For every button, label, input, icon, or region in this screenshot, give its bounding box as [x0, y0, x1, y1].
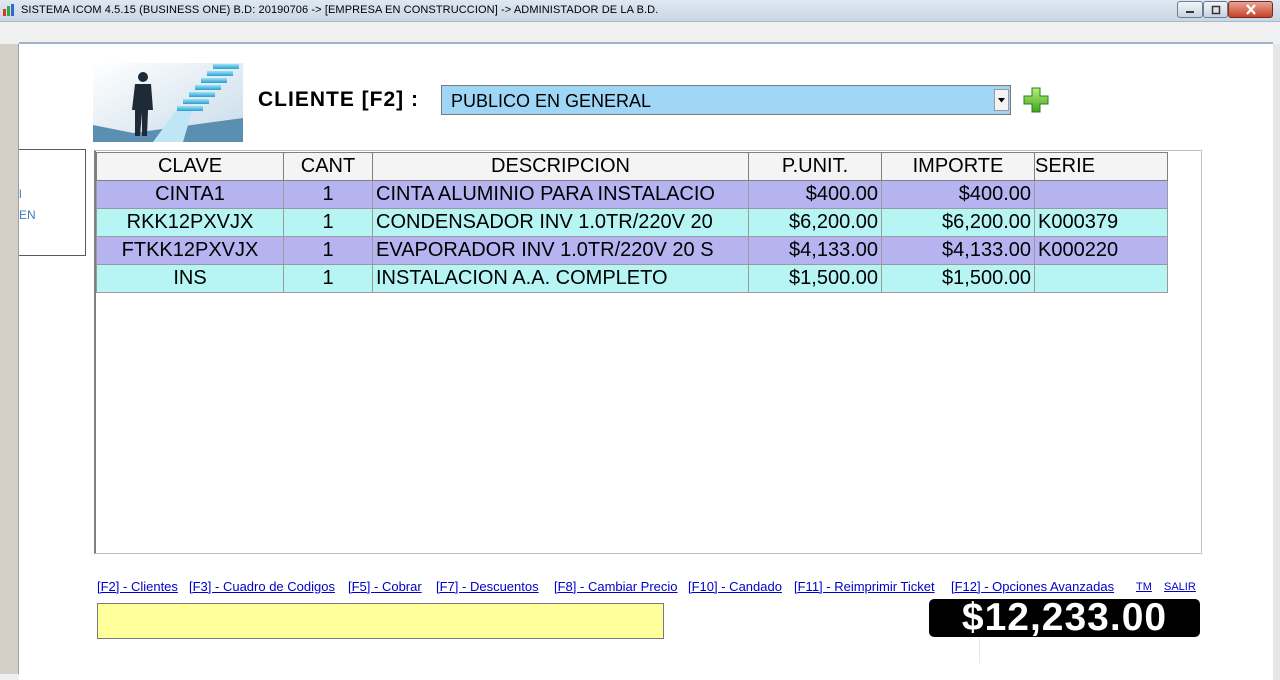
cell-descripcion[interactable]: CONDENSADOR INV 1.0TR/220V 20 [372, 208, 749, 237]
cell-punit[interactable]: $400.00 [748, 180, 882, 209]
app-icon [3, 4, 14, 16]
cell-serie[interactable] [1034, 180, 1168, 209]
client-label: CLIENTE [F2] : [258, 88, 419, 111]
grid-header-row: CLAVE CANT DESCRIPCION P.UNIT. IMPORTE S… [96, 152, 1168, 181]
side-panel-text: EN [19, 208, 36, 222]
right-edge [1273, 44, 1280, 680]
cell-clave[interactable]: FTKK12PXVJX [96, 236, 284, 265]
cell-serie[interactable]: K000220 [1034, 236, 1168, 265]
link-candado[interactable]: [F10] - Candado [688, 579, 782, 594]
table-row[interactable]: FTKK12PXVJX 1 EVAPORADOR INV 1.0TR/220V … [96, 236, 1168, 265]
cell-importe[interactable]: $6,200.00 [881, 208, 1035, 237]
cell-cant[interactable]: 1 [283, 208, 373, 237]
column-header-clave[interactable]: CLAVE [96, 152, 284, 181]
side-panel-text-top: l [19, 187, 22, 201]
column-header-serie[interactable]: SERIE [1034, 152, 1168, 181]
logo-image [93, 63, 243, 142]
column-header-descripcion[interactable]: DESCRIPCION [372, 152, 749, 181]
cell-importe[interactable]: $1,500.00 [881, 264, 1035, 293]
cell-clave[interactable]: RKK12PXVJX [96, 208, 284, 237]
column-header-cant[interactable]: CANT [283, 152, 373, 181]
cell-cant[interactable]: 1 [283, 236, 373, 265]
cell-descripcion[interactable]: CINTA ALUMINIO PARA INSTALACIO [372, 180, 749, 209]
cell-serie[interactable]: K000379 [1034, 208, 1168, 237]
link-descuentos[interactable]: [F7] - Descuentos [436, 579, 539, 594]
left-strip [0, 44, 19, 674]
cell-clave[interactable]: INS [96, 264, 284, 293]
link-opciones-avanzadas[interactable]: [F12] - Opciones Avanzadas [951, 579, 1114, 594]
table-row[interactable]: CINTA1 1 CINTA ALUMINIO PARA INSTALACIO … [96, 180, 1168, 209]
client-select[interactable]: PUBLICO EN GENERAL [441, 85, 1011, 115]
divider [979, 637, 980, 663]
dropdown-button[interactable] [994, 89, 1009, 111]
link-salir[interactable]: SALIR [1164, 581, 1196, 593]
side-panel: l EN [19, 149, 86, 256]
column-header-punit[interactable]: P.UNIT. [748, 152, 882, 181]
message-bar [97, 603, 664, 639]
cell-cant[interactable]: 1 [283, 180, 373, 209]
cell-punit[interactable]: $4,133.00 [748, 236, 882, 265]
window-title: SISTEMA ICOM 4.5.15 (BUSINESS ONE) B.D: … [21, 4, 659, 16]
maximize-icon [1211, 5, 1220, 14]
close-icon [1245, 4, 1256, 15]
cell-serie[interactable] [1034, 264, 1168, 293]
title-bar: SISTEMA ICOM 4.5.15 (BUSINESS ONE) B.D: … [0, 0, 1280, 22]
close-button[interactable] [1228, 1, 1273, 18]
items-grid: CLAVE CANT DESCRIPCION P.UNIT. IMPORTE S… [96, 152, 1168, 293]
link-cobrar[interactable]: [F5] - Cobrar [348, 579, 422, 594]
table-row[interactable]: INS 1 INSTALACION A.A. COMPLETO $1,500.0… [96, 264, 1168, 293]
maximize-button[interactable] [1203, 1, 1228, 18]
link-cambiar-precio[interactable]: [F8] - Cambiar Precio [554, 579, 678, 594]
cell-descripcion[interactable]: INSTALACION A.A. COMPLETO [372, 264, 749, 293]
cell-importe[interactable]: $4,133.00 [881, 236, 1035, 265]
cell-importe[interactable]: $400.00 [881, 180, 1035, 209]
plus-icon[interactable] [1022, 86, 1050, 114]
cell-cant[interactable]: 1 [283, 264, 373, 293]
link-clientes[interactable]: [F2] - Clientes [97, 579, 178, 594]
link-cuadro-codigos[interactable]: [F3] - Cuadro de Codigos [189, 579, 335, 594]
link-tm[interactable]: TM [1136, 581, 1152, 593]
link-reimprimir-ticket[interactable]: [F11] - Reimprimir Ticket [794, 579, 935, 594]
minimize-button[interactable] [1177, 1, 1203, 18]
client-select-value: PUBLICO EN GENERAL [451, 91, 652, 111]
cell-clave[interactable]: CINTA1 [96, 180, 284, 209]
total-display: $12,233.00 [929, 598, 1200, 637]
cell-punit[interactable]: $1,500.00 [748, 264, 882, 293]
cell-punit[interactable]: $6,200.00 [748, 208, 882, 237]
minimize-icon [1186, 10, 1194, 13]
cell-descripcion[interactable]: EVAPORADOR INV 1.0TR/220V 20 S [372, 236, 749, 265]
column-header-importe[interactable]: IMPORTE [881, 152, 1035, 181]
chevron-down-icon [998, 98, 1005, 103]
table-row[interactable]: RKK12PXVJX 1 CONDENSADOR INV 1.0TR/220V … [96, 208, 1168, 237]
